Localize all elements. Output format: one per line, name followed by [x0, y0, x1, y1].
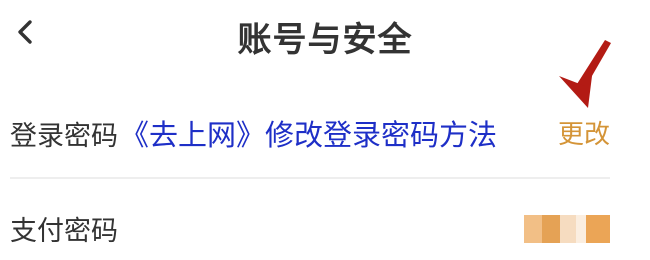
login-password-row[interactable]: 登录密码 《去上网》修改登录密码方法 更改 [10, 104, 610, 162]
payment-password-toggle[interactable] [524, 215, 610, 243]
top-bar: 账号与安全 [0, 0, 650, 70]
payment-password-label: 支付密码 [10, 215, 118, 247]
row-divider [10, 177, 610, 179]
red-arrow-down-icon [559, 40, 611, 108]
change-password-button[interactable]: 更改 [558, 114, 610, 151]
payment-password-row[interactable]: 支付密码 [10, 200, 610, 256]
account-security-screen: 账号与安全 登录密码 《去上网》修改登录密码方法 更改 支付密码 [0, 0, 650, 260]
login-password-label: 登录密码 [10, 120, 118, 152]
overlay-caption: 《去上网》修改登录密码方法 [120, 118, 498, 152]
page-title: 账号与安全 [237, 20, 413, 60]
